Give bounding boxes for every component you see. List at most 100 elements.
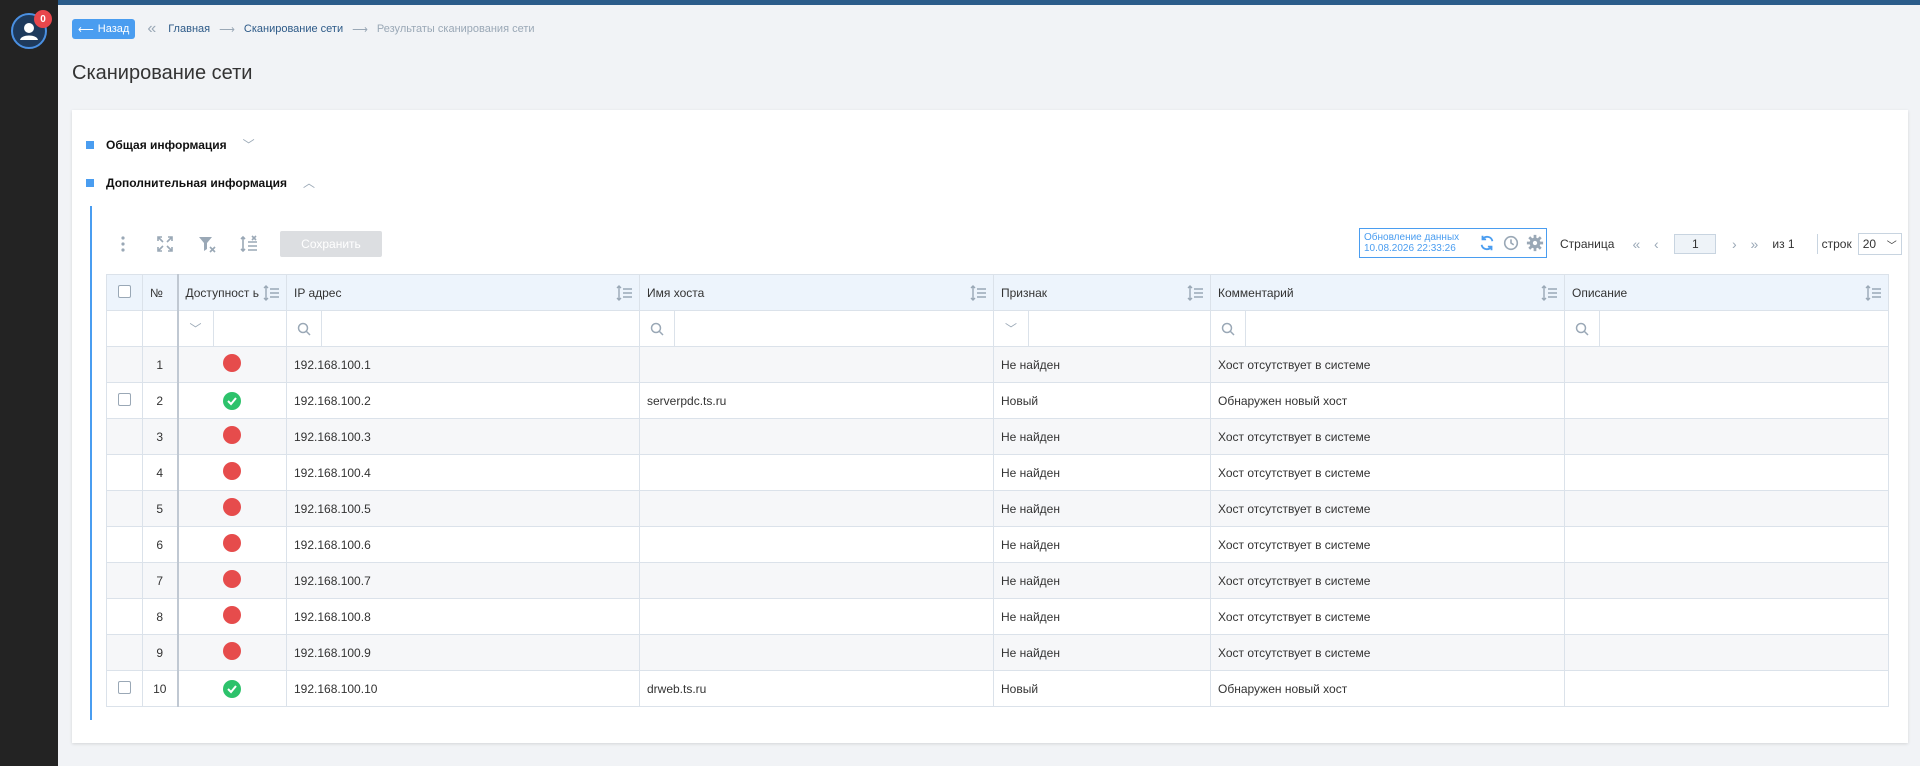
search-icon — [640, 311, 675, 346]
sort-icon[interactable] — [1540, 284, 1558, 302]
table-row[interactable]: 1 192.168.100.1 Не найден Хост отсутствует … — [106, 346, 1889, 383]
table-row[interactable]: 6 192.168.100.6 Не найден Хост отсутствует … — [106, 526, 1889, 563]
row-ip: 192.168.100.9 — [286, 634, 640, 671]
col-header-description[interactable]: Описание — [1564, 274, 1889, 311]
section-general-toggle[interactable]: Общая информация ﹀ — [86, 136, 255, 153]
table-row[interactable]: 3 192.168.100.3 Не найден Хост отсутствует … — [106, 418, 1889, 455]
refresh-icon[interactable] — [1476, 232, 1498, 254]
col-header-comment-label: Комментарий — [1218, 285, 1294, 300]
col-header-availability[interactable]: Доступност ь — [176, 274, 287, 311]
sign-filter[interactable]: ﹀ — [993, 310, 1211, 347]
sort-icon[interactable] — [969, 284, 987, 302]
back-button[interactable]: ⟵ Назад — [72, 19, 136, 39]
col-header-hostname[interactable]: Имя хоста — [639, 274, 994, 311]
chevron-down-icon[interactable]: ﹀ — [994, 311, 1029, 346]
table-row[interactable]: 8 192.168.100.8 Не найден Хост отсутствует … — [106, 598, 1889, 635]
row-comment: Обнаружен новый хост — [1210, 382, 1565, 419]
row-checkbox[interactable] — [118, 392, 131, 406]
row-availability — [176, 418, 287, 455]
chevron-down-icon[interactable]: ﹀ — [179, 311, 214, 346]
hostname-filter[interactable] — [639, 310, 994, 347]
breadcrumb-network-scan[interactable]: Сканирование сети — [244, 23, 343, 35]
row-select-cell[interactable] — [106, 418, 143, 455]
search-icon — [1565, 311, 1600, 346]
table-row[interactable]: 4 192.168.100.4 Не найден Хост отсутствует … — [106, 454, 1889, 491]
breadcrumb-home[interactable]: Главная — [168, 23, 210, 35]
row-comment: Хост отсутствует в системе — [1210, 346, 1565, 383]
pagination: Страница « ‹ 1 › » из 1 строк 20 ﹀ — [1560, 232, 1902, 256]
update-timestamp: 10.08.2026 22:33:26 — [1364, 243, 1456, 254]
auto-refresh-icon[interactable] — [1500, 232, 1522, 254]
row-description — [1564, 418, 1889, 455]
next-page-icon[interactable]: › — [1724, 236, 1744, 252]
row-num: 2 — [142, 382, 178, 419]
row-availability — [176, 598, 287, 635]
available-check-icon — [223, 679, 242, 698]
row-availability — [176, 490, 287, 527]
col-header-comment[interactable]: Комментарий — [1210, 274, 1565, 311]
notification-badge[interactable]: 0 — [34, 10, 52, 28]
sort-icon[interactable] — [262, 284, 280, 302]
chevron-down-icon: ﹀ — [1886, 240, 1897, 252]
row-sign: Не найден — [993, 346, 1211, 383]
row-availability — [176, 562, 287, 599]
description-filter[interactable] — [1564, 310, 1889, 347]
ip-filter[interactable] — [286, 310, 640, 347]
table-header-row: № Доступност ь IP адрес Имя хоста Призна… — [106, 274, 1889, 311]
row-select-cell[interactable] — [106, 634, 143, 671]
gear-icon[interactable] — [1524, 232, 1546, 254]
row-checkbox[interactable] — [118, 680, 131, 694]
col-header-sign[interactable]: Признак — [993, 274, 1211, 311]
table-row[interactable]: 10 192.168.100.10 drweb.ts.ru Новый Обнаруже… — [106, 670, 1889, 707]
table-row[interactable]: 9 192.168.100.9 Не найден Хост отсутствует … — [106, 634, 1889, 671]
row-select-cell[interactable] — [106, 598, 143, 635]
row-ip: 192.168.100.7 — [286, 562, 640, 599]
select-all-cell[interactable] — [106, 274, 143, 311]
last-page-icon[interactable]: » — [1744, 236, 1764, 252]
page-label: Страница — [1560, 237, 1615, 251]
save-button[interactable]: Сохранить — [280, 231, 382, 257]
clear-filter-icon[interactable] — [196, 233, 218, 255]
row-select-cell[interactable] — [106, 526, 143, 563]
prev-page-icon[interactable]: ‹ — [1646, 236, 1666, 252]
row-hostname — [639, 454, 994, 491]
row-hostname: drweb.ts.ru — [639, 670, 994, 707]
page-input[interactable]: 1 — [1674, 234, 1717, 254]
row-availability — [176, 454, 287, 491]
select-all-checkbox[interactable] — [118, 284, 131, 298]
rows-label: строк — [1821, 237, 1852, 251]
row-select-cell[interactable] — [106, 562, 143, 599]
col-header-num[interactable]: № — [142, 274, 178, 311]
row-select-cell[interactable] — [106, 382, 143, 419]
clear-sort-icon[interactable] — [238, 233, 260, 255]
sort-icon[interactable] — [1186, 284, 1204, 302]
double-chevron-left-icon[interactable]: « — [147, 20, 156, 38]
table-row[interactable]: 5 192.168.100.5 Не найден Хост отсутствует … — [106, 490, 1889, 527]
expand-icon[interactable] — [154, 233, 176, 255]
page-title: Сканирование сети — [72, 62, 253, 84]
availability-filter[interactable]: ﹀ — [176, 310, 287, 347]
row-select-cell[interactable] — [106, 346, 143, 383]
rows-per-page-select[interactable]: 20 ﹀ — [1857, 233, 1902, 255]
comment-filter[interactable] — [1210, 310, 1565, 347]
sort-icon[interactable] — [1864, 284, 1882, 302]
sort-icon[interactable] — [615, 284, 633, 302]
first-page-icon[interactable]: « — [1626, 236, 1646, 252]
row-description — [1564, 454, 1889, 491]
row-comment: Хост отсутствует в системе — [1210, 634, 1565, 671]
row-hostname — [639, 562, 994, 599]
row-description — [1564, 382, 1889, 419]
col-header-description-label: Описание — [1572, 285, 1628, 300]
more-vertical-icon[interactable] — [112, 233, 134, 255]
table-row[interactable]: 7 192.168.100.7 Не найден Хост отсутствует … — [106, 562, 1889, 599]
row-ip: 192.168.100.1 — [286, 346, 640, 383]
table-filter-row: ﹀ ﹀ — [106, 310, 1889, 347]
row-select-cell[interactable] — [106, 490, 143, 527]
col-header-ip[interactable]: IP адрес — [286, 274, 640, 311]
row-select-cell[interactable] — [106, 454, 143, 491]
section-additional-toggle[interactable]: Дополнительная информация ︿ — [86, 174, 315, 191]
table-row[interactable]: 2 192.168.100.2 serverpdc.ts.ru Новый Обнару… — [106, 382, 1889, 419]
row-select-cell[interactable] — [106, 670, 143, 707]
row-num: 4 — [142, 454, 178, 491]
row-sign: Не найден — [993, 598, 1211, 635]
